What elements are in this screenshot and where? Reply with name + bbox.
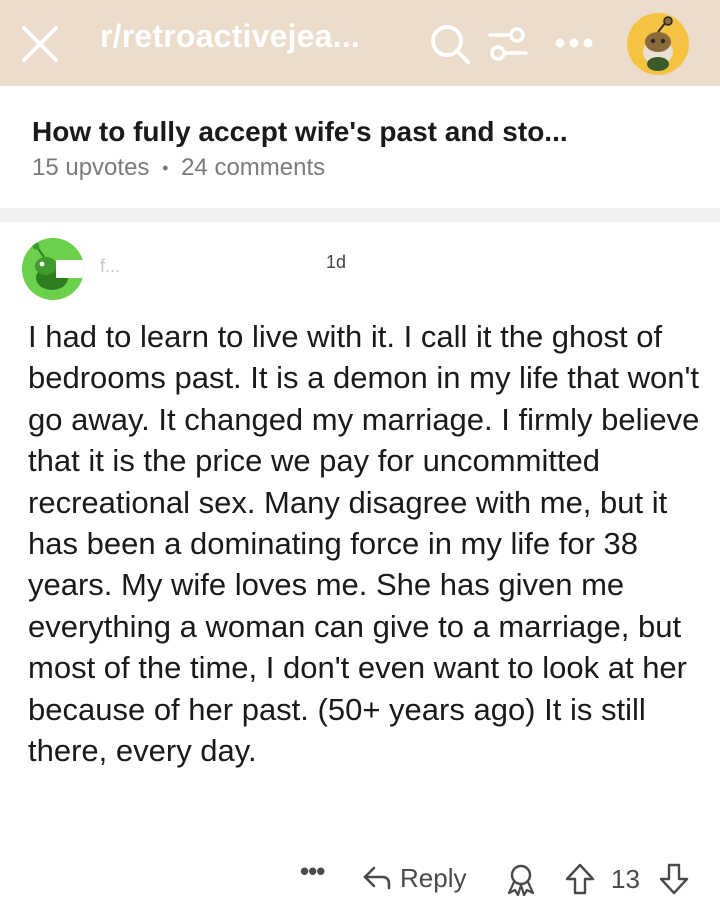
reply-button[interactable]: Reply <box>362 858 466 898</box>
section-divider <box>0 208 720 222</box>
downvote-icon[interactable] <box>658 862 690 896</box>
stats-separator: • <box>162 158 169 179</box>
upvote-count: 15 upvotes <box>32 154 150 181</box>
close-icon[interactable] <box>18 22 62 66</box>
reply-icon <box>363 866 391 890</box>
comment-body: I had to learn to live with it. I call i… <box>28 319 700 769</box>
avatar[interactable] <box>22 238 84 300</box>
search-icon[interactable] <box>428 22 472 66</box>
award-icon[interactable] <box>504 862 538 896</box>
comment-author[interactable]: f... <box>100 256 120 277</box>
post-stats: 15 upvotes • 24 comments <box>32 154 325 182</box>
reply-label: Reply <box>400 862 467 893</box>
more-icon[interactable] <box>552 30 596 56</box>
filter-icon[interactable] <box>486 22 530 66</box>
snoo-icon <box>22 238 84 300</box>
comment-count: 24 comments <box>181 154 326 181</box>
comment-actions: ••• Reply 13 <box>300 850 720 906</box>
post-title[interactable]: How to fully accept wife's past and sto.… <box>32 116 568 148</box>
upvote-icon[interactable] <box>564 862 596 896</box>
top-bar: r/retroactivejea... <box>0 0 720 86</box>
more-options-button[interactable]: ••• <box>300 856 325 887</box>
comment-score: 13 <box>611 864 640 894</box>
subreddit-name[interactable]: r/retroactivejea... <box>100 18 360 55</box>
snoo-avatar-icon[interactable] <box>626 12 690 76</box>
comment-age: 1d <box>326 252 347 272</box>
